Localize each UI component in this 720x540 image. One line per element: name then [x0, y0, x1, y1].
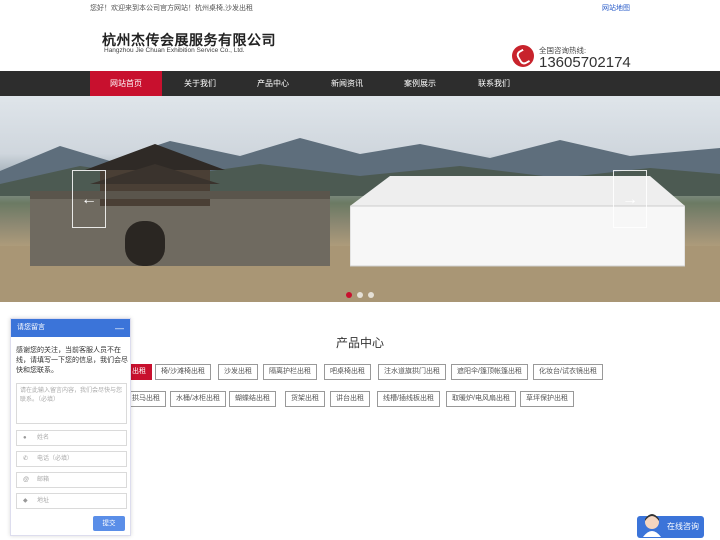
message-textarea[interactable]: 请在此输入留言内容，我们会尽快与您联系。（必填）	[16, 383, 127, 424]
product-tag[interactable]: 遮阳伞/篷顶帐篷出租	[451, 364, 528, 380]
email-icon: @	[23, 477, 30, 483]
nav-item-cases[interactable]: 案例展示	[384, 71, 456, 96]
message-widget: 请您留言 — 感谢您的关注，当前客服人员不在线，请填写一下您的信息，我们会尽快和…	[10, 318, 131, 536]
sitemap-link[interactable]: 网站地图	[602, 3, 630, 13]
nav-item-home[interactable]: 网站首页	[90, 71, 162, 96]
agent-avatar-icon	[643, 514, 661, 537]
message-widget-title: 请您留言	[17, 324, 45, 331]
product-tag[interactable]: 注水道旗拱门出租	[378, 364, 446, 380]
product-tag[interactable]: 吧桌椅出租	[324, 364, 371, 380]
address-field[interactable]: ◆ 地址	[16, 493, 127, 509]
banner-prev-button[interactable]: ←	[72, 170, 106, 228]
product-tag[interactable]: 椅/沙滩椅出租	[155, 364, 211, 380]
banner-dot[interactable]	[346, 292, 352, 298]
product-tag[interactable]: 水桶/冰柜出租	[170, 391, 226, 407]
message-widget-header[interactable]: 请您留言 —	[11, 319, 130, 337]
phone-icon: ✆	[23, 456, 29, 462]
address-placeholder: 地址	[37, 498, 50, 504]
product-tag[interactable]: 沙发出租	[218, 364, 258, 380]
banner-dot[interactable]	[368, 292, 374, 298]
nav-item-news[interactable]: 新闻资讯	[311, 71, 383, 96]
company-english-name: Hangzhou Jie Chuan Exhibition Service Co…	[104, 47, 245, 54]
banner-dot[interactable]	[357, 292, 363, 298]
name-placeholder: 姓名	[37, 435, 50, 441]
nav-item-about[interactable]: 关于我们	[164, 71, 236, 96]
phone-placeholder: 电话（必填）	[37, 456, 74, 462]
product-tag[interactable]: 隔离护栏出租	[263, 364, 317, 380]
minimize-icon[interactable]: —	[115, 319, 124, 337]
email-field[interactable]: @ 邮箱	[16, 472, 127, 488]
banner-pagination	[346, 285, 379, 302]
banner-next-button[interactable]: →	[613, 170, 647, 228]
user-icon: ●	[23, 435, 27, 441]
phone-field[interactable]: ✆ 电话（必填）	[16, 451, 127, 467]
arrow-left-icon: ←	[81, 191, 97, 208]
top-bar: 您好！欢迎来到本公司官方网站！杭州桌椅,沙发出租 网站地图	[0, 0, 720, 14]
product-tag[interactable]: 取暖炉/电风扇出租	[446, 391, 516, 407]
product-tag[interactable]: 蝴蝶结出租	[229, 391, 276, 407]
message-widget-intro: 感谢您的关注，当前客服人员不在线，请填写一下您的信息，我们会尽快和您联系。	[16, 347, 128, 374]
hotline-number: 13605702174	[539, 54, 631, 71]
location-icon: ◆	[23, 498, 28, 504]
product-tag[interactable]: 化妆台/试衣镜出租	[533, 364, 603, 380]
welcome-text: 您好！欢迎来到本公司官方网站！杭州桌椅,沙发出租	[90, 5, 253, 12]
product-tag[interactable]: 线槽/插线板出租	[377, 391, 440, 407]
nav-item-products[interactable]: 产品中心	[237, 71, 309, 96]
email-placeholder: 邮箱	[37, 477, 50, 483]
online-consult-label: 在线咨询	[667, 522, 699, 531]
hero-banner: ← →	[0, 96, 720, 302]
product-tag[interactable]: 讲台出租	[330, 391, 370, 407]
arrow-right-icon: →	[622, 191, 638, 208]
nav-item-contact[interactable]: 联系我们	[458, 71, 530, 96]
online-consult-button[interactable]: 在线咨询	[637, 514, 704, 538]
main-nav: 网站首页 关于我们 产品中心 新闻资讯 案例展示 联系我们	[0, 71, 720, 96]
product-tag[interactable]: 拱马出租	[126, 391, 166, 407]
header: 杭州杰传会展服务有限公司 Hangzhou Jie Chuan Exhibiti…	[0, 14, 720, 71]
product-tag[interactable]: 草坪保护出租	[520, 391, 574, 407]
name-field[interactable]: ● 姓名	[16, 430, 127, 446]
submit-button[interactable]: 提交	[93, 516, 125, 531]
phone-icon	[512, 45, 534, 67]
product-tag[interactable]: 货架出租	[285, 391, 325, 407]
